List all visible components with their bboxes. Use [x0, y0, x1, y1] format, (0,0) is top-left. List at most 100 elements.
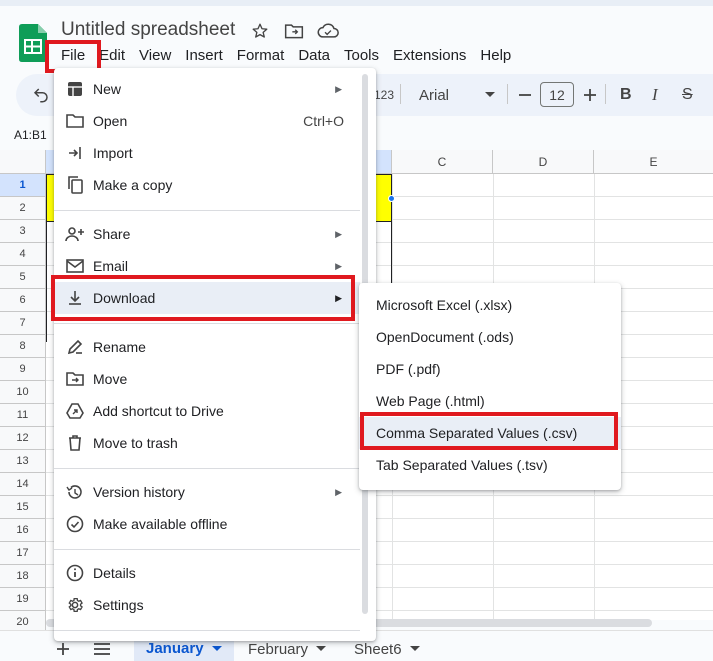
font-size-input[interactable]: 12: [540, 82, 574, 107]
sheet-tab-february[interactable]: February: [248, 638, 327, 660]
row-header[interactable]: 18: [0, 565, 46, 588]
menu-item-label: Move to trash: [93, 435, 178, 451]
file-menu-settings[interactable]: Settings: [54, 589, 360, 621]
chevron-down-icon[interactable]: [316, 646, 327, 652]
row-header[interactable]: 5: [0, 266, 46, 289]
column-header-e[interactable]: E: [594, 150, 713, 174]
file-menu-move-to-trash[interactable]: Move to trash: [54, 427, 360, 459]
strikethrough-button[interactable]: S: [682, 84, 693, 106]
star-icon[interactable]: [249, 21, 271, 41]
download-xlsx[interactable]: Microsoft Excel (.xlsx): [359, 289, 621, 321]
row-header[interactable]: 17: [0, 542, 46, 565]
row-header[interactable]: 6: [0, 289, 46, 312]
select-all-corner[interactable]: [0, 150, 46, 174]
sheet-tab-sheet6[interactable]: Sheet6: [354, 638, 420, 660]
download-icon: [65, 288, 85, 308]
undo-icon[interactable]: [32, 84, 50, 106]
row-header[interactable]: 16: [0, 519, 46, 542]
file-menu-add-shortcut[interactable]: Add shortcut to Drive: [54, 395, 360, 427]
download-html[interactable]: Web Page (.html): [359, 385, 621, 417]
menu-item-label: Add shortcut to Drive: [93, 403, 224, 419]
row-header[interactable]: 15: [0, 496, 46, 519]
file-menu-offline[interactable]: Make available offline: [54, 508, 360, 540]
download-csv[interactable]: Comma Separated Values (.csv): [359, 417, 621, 449]
row-header[interactable]: 3: [0, 220, 46, 243]
column-header-c[interactable]: C: [392, 150, 493, 174]
menubar: File Edit View Insert Format Data Tools …: [54, 44, 518, 68]
menu-insert[interactable]: Insert: [178, 44, 230, 68]
row-header[interactable]: 1: [0, 174, 46, 197]
chevron-down-icon[interactable]: [409, 646, 420, 652]
name-box[interactable]: A1:B1: [14, 128, 47, 142]
gear-icon: [65, 595, 85, 615]
increase-font-size-icon[interactable]: [583, 84, 597, 106]
submenu-arrow-icon: ▶: [335, 83, 342, 94]
rename-icon: [65, 337, 85, 357]
font-family-select[interactable]: Arial: [419, 84, 449, 106]
menu-format[interactable]: Format: [230, 44, 292, 68]
row-header[interactable]: 7: [0, 312, 46, 335]
row-header[interactable]: 10: [0, 381, 46, 404]
row-header[interactable]: 13: [0, 450, 46, 473]
all-sheets-icon[interactable]: [94, 638, 110, 660]
share-person-icon: [65, 224, 85, 244]
fill-handle[interactable]: [388, 195, 395, 202]
toolbar-divider: [400, 84, 401, 104]
menu-file[interactable]: File: [54, 44, 92, 68]
menu-divider: [54, 630, 360, 631]
menu-item-label: Version history: [93, 484, 185, 500]
file-menu-new[interactable]: New ▶: [54, 73, 360, 105]
font-dropdown-icon[interactable]: [484, 84, 496, 106]
chevron-down-icon[interactable]: [211, 645, 222, 652]
download-tsv[interactable]: Tab Separated Values (.tsv): [359, 449, 621, 481]
add-sheet-icon[interactable]: [56, 638, 70, 660]
number-format-button[interactable]: 123: [374, 84, 394, 106]
file-menu-email[interactable]: Email ▶: [54, 250, 360, 282]
menu-item-shortcut: Ctrl+O: [303, 113, 344, 129]
menu-data[interactable]: Data: [291, 44, 337, 68]
download-ods[interactable]: OpenDocument (.ods): [359, 321, 621, 353]
menu-edit[interactable]: Edit: [92, 44, 132, 68]
toolbar-divider: [605, 84, 606, 104]
submenu-arrow-icon: ▶: [335, 228, 342, 239]
menu-view[interactable]: View: [132, 44, 178, 68]
row-header[interactable]: 14: [0, 473, 46, 496]
sheets-logo-icon[interactable]: [19, 24, 47, 62]
menu-help[interactable]: Help: [473, 44, 518, 68]
menu-extensions[interactable]: Extensions: [386, 44, 473, 68]
file-menu-download[interactable]: Download ▶: [54, 282, 360, 314]
sheet-tab-label: Sheet6: [354, 640, 402, 658]
menu-tools[interactable]: Tools: [337, 44, 386, 68]
row-header[interactable]: 9: [0, 358, 46, 381]
cloud-status-icon[interactable]: [317, 21, 339, 41]
bold-button[interactable]: B: [620, 84, 632, 106]
row-header[interactable]: 11: [0, 404, 46, 427]
download-pdf[interactable]: PDF (.pdf): [359, 353, 621, 385]
menu-item-label: Make available offline: [93, 516, 228, 532]
menu-item-label: Settings: [93, 597, 144, 613]
menu-item-label: Details: [93, 565, 136, 581]
row-header[interactable]: 8: [0, 335, 46, 358]
decrease-font-size-icon[interactable]: [518, 84, 532, 106]
file-menu-details[interactable]: Details: [54, 557, 360, 589]
file-menu-open[interactable]: Open Ctrl+O: [54, 105, 360, 137]
file-menu-move[interactable]: Move: [54, 363, 360, 395]
file-menu-share[interactable]: Share ▶: [54, 218, 360, 250]
submenu-item-label: Microsoft Excel (.xlsx): [376, 297, 513, 313]
italic-button[interactable]: I: [652, 84, 658, 106]
file-menu-rename[interactable]: Rename: [54, 331, 360, 363]
column-header-d[interactable]: D: [493, 150, 594, 174]
row-header[interactable]: 2: [0, 197, 46, 220]
menu-item-label: Share: [93, 226, 131, 242]
move-folder-icon[interactable]: [283, 21, 305, 41]
row-header[interactable]: 19: [0, 588, 46, 611]
row-header[interactable]: 12: [0, 427, 46, 450]
row-header[interactable]: 4: [0, 243, 46, 266]
file-menu-make-copy[interactable]: Make a copy: [54, 169, 360, 201]
font-size-value: 12: [549, 86, 565, 103]
file-menu-version-history[interactable]: Version history ▶: [54, 476, 360, 508]
file-menu-import[interactable]: Import: [54, 137, 360, 169]
submenu-item-label: OpenDocument (.ods): [376, 329, 514, 345]
document-title[interactable]: Untitled spreadsheet: [61, 19, 235, 41]
copy-icon: [65, 175, 85, 195]
